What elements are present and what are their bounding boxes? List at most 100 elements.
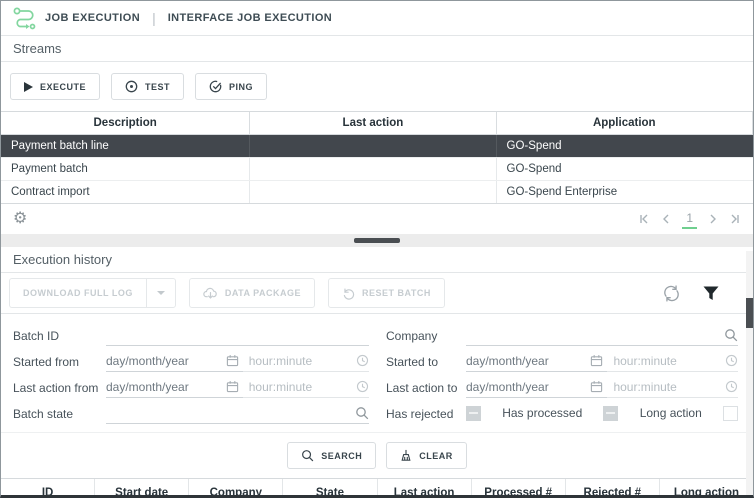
next-page-button[interactable] xyxy=(707,213,719,225)
cell-last-action xyxy=(250,158,496,180)
cell-description: Payment batch xyxy=(1,158,250,180)
has-rejected-label: Has rejected xyxy=(386,407,466,424)
has-rejected-checkbox[interactable] xyxy=(466,406,481,421)
column-header-last-action[interactable]: Last action xyxy=(378,479,472,498)
cell-application: GO-Spend xyxy=(497,158,753,180)
filter-icon[interactable] xyxy=(703,286,719,301)
check-circle-icon xyxy=(209,80,222,93)
table-row[interactable]: Payment batch GO-Spend xyxy=(1,158,753,181)
streams-table: Description Last action Application Paym… xyxy=(1,111,753,204)
calendar-icon[interactable] xyxy=(590,380,603,393)
column-header-long-action[interactable]: Long action xyxy=(660,479,753,498)
refresh-icon[interactable] xyxy=(662,284,681,303)
gear-icon[interactable]: ⚙ xyxy=(13,211,27,227)
company-input[interactable] xyxy=(466,328,720,342)
execution-history-section-title: Execution history xyxy=(1,247,753,273)
column-header-application[interactable]: Application xyxy=(497,112,753,135)
last-action-to-date-input[interactable] xyxy=(466,380,586,394)
broom-icon xyxy=(400,449,412,462)
download-options-dropdown-button[interactable] xyxy=(146,278,176,308)
ping-button[interactable]: PING xyxy=(195,73,267,100)
reset-batch-button[interactable]: RESET BATCH xyxy=(328,278,445,308)
clock-icon[interactable] xyxy=(356,380,369,393)
clear-button-label: CLEAR xyxy=(419,451,453,461)
column-header-rejected[interactable]: Rejected # xyxy=(566,479,660,498)
cell-application: GO-Spend xyxy=(497,135,753,157)
table-row[interactable]: Contract import GO-Spend Enterprise xyxy=(1,181,753,203)
column-header-id[interactable]: ID xyxy=(1,479,95,498)
column-header-description[interactable]: Description xyxy=(1,112,250,135)
last-action-from-date-input[interactable] xyxy=(106,380,222,394)
toolbar-right-icons xyxy=(662,284,745,303)
column-header-last-action[interactable]: Last action xyxy=(250,112,496,135)
long-action-checkbox[interactable] xyxy=(723,406,738,421)
last-action-from-time-input[interactable] xyxy=(249,380,352,394)
last-action-to-label: Last action to xyxy=(386,381,466,398)
page-subtitle: INTERFACE JOB EXECUTION xyxy=(168,12,332,24)
filter-row: Batch ID Company xyxy=(13,322,753,346)
cell-last-action xyxy=(250,135,496,157)
panel-splitter xyxy=(1,234,753,247)
scrollbar-thumb[interactable] xyxy=(746,298,753,328)
clock-icon[interactable] xyxy=(725,354,738,367)
clear-button[interactable]: CLEAR xyxy=(386,442,467,469)
calendar-icon[interactable] xyxy=(226,380,239,393)
job-execution-icon xyxy=(11,6,37,30)
chevron-down-icon xyxy=(157,291,165,295)
page-title: JOB EXECUTION xyxy=(45,12,140,24)
last-page-button[interactable] xyxy=(729,213,741,225)
current-page[interactable]: 1 xyxy=(682,210,697,229)
cell-description: Payment batch line xyxy=(1,135,250,157)
started-to-date-input[interactable] xyxy=(466,354,586,368)
top-bar: JOB EXECUTION | INTERFACE JOB EXECUTION xyxy=(1,1,753,36)
splitter-drag-handle[interactable] xyxy=(354,238,400,243)
batch-state-input[interactable] xyxy=(106,406,351,420)
play-icon xyxy=(24,82,33,92)
column-header-state[interactable]: State xyxy=(283,479,377,498)
clock-icon[interactable] xyxy=(725,380,738,393)
column-header-start-date[interactable]: Start date xyxy=(95,479,189,498)
test-button[interactable]: TEST xyxy=(111,73,184,100)
filter-row: Batch state Has rejected Has processed L… xyxy=(13,400,753,424)
has-processed-label: Has processed xyxy=(502,406,582,420)
last-action-to-time-input[interactable] xyxy=(613,380,721,394)
download-full-log-split-button: DOWNLOAD FULL LOG xyxy=(9,278,176,308)
search-button[interactable]: SEARCH xyxy=(287,442,376,469)
filter-row: Started from Started to xyxy=(13,348,753,372)
started-from-label: Started from xyxy=(13,355,106,372)
filter-row: Last action from Last action to xyxy=(13,374,753,398)
started-from-time-input[interactable] xyxy=(249,354,352,368)
data-package-button[interactable]: DATA PACKAGE xyxy=(189,278,315,308)
cell-application: GO-Spend Enterprise xyxy=(497,181,753,203)
search-icon[interactable] xyxy=(355,406,369,420)
reset-batch-label: RESET BATCH xyxy=(362,288,431,298)
column-header-processed[interactable]: Processed # xyxy=(472,479,566,498)
vertical-scrollbar[interactable] xyxy=(746,251,753,495)
prev-page-button[interactable] xyxy=(660,213,672,225)
search-icon[interactable] xyxy=(724,328,738,342)
started-to-time-input[interactable] xyxy=(613,354,721,368)
calendar-icon[interactable] xyxy=(226,354,239,367)
batch-state-label: Batch state xyxy=(13,407,106,424)
table-row[interactable]: Payment batch line GO-Spend xyxy=(1,135,753,158)
execute-button[interactable]: EXECUTE xyxy=(10,73,100,100)
long-action-label: Long action xyxy=(640,406,702,420)
pagination: 1 xyxy=(638,210,741,229)
started-from-date-input[interactable] xyxy=(106,354,222,368)
filters-panel: Batch ID Company Started from xyxy=(1,314,753,432)
batch-id-label: Batch ID xyxy=(13,329,106,346)
search-button-label: SEARCH xyxy=(321,451,362,461)
download-full-log-button[interactable]: DOWNLOAD FULL LOG xyxy=(9,278,146,308)
streams-toolbar: EXECUTE TEST PING xyxy=(1,62,753,111)
app-window: JOB EXECUTION | INTERFACE JOB EXECUTION … xyxy=(0,0,754,498)
batch-id-input[interactable] xyxy=(106,328,369,342)
title-separator: | xyxy=(152,10,156,26)
last-action-from-label: Last action from xyxy=(13,381,106,398)
has-processed-checkbox[interactable] xyxy=(603,406,618,421)
clock-icon[interactable] xyxy=(356,354,369,367)
streams-table-header: Description Last action Application xyxy=(1,112,753,135)
column-header-company[interactable]: Company xyxy=(189,479,283,498)
first-page-button[interactable] xyxy=(638,213,650,225)
execution-history-toolbar: DOWNLOAD FULL LOG DATA PACKAGE RESET BAT… xyxy=(1,273,753,314)
calendar-icon[interactable] xyxy=(590,354,603,367)
